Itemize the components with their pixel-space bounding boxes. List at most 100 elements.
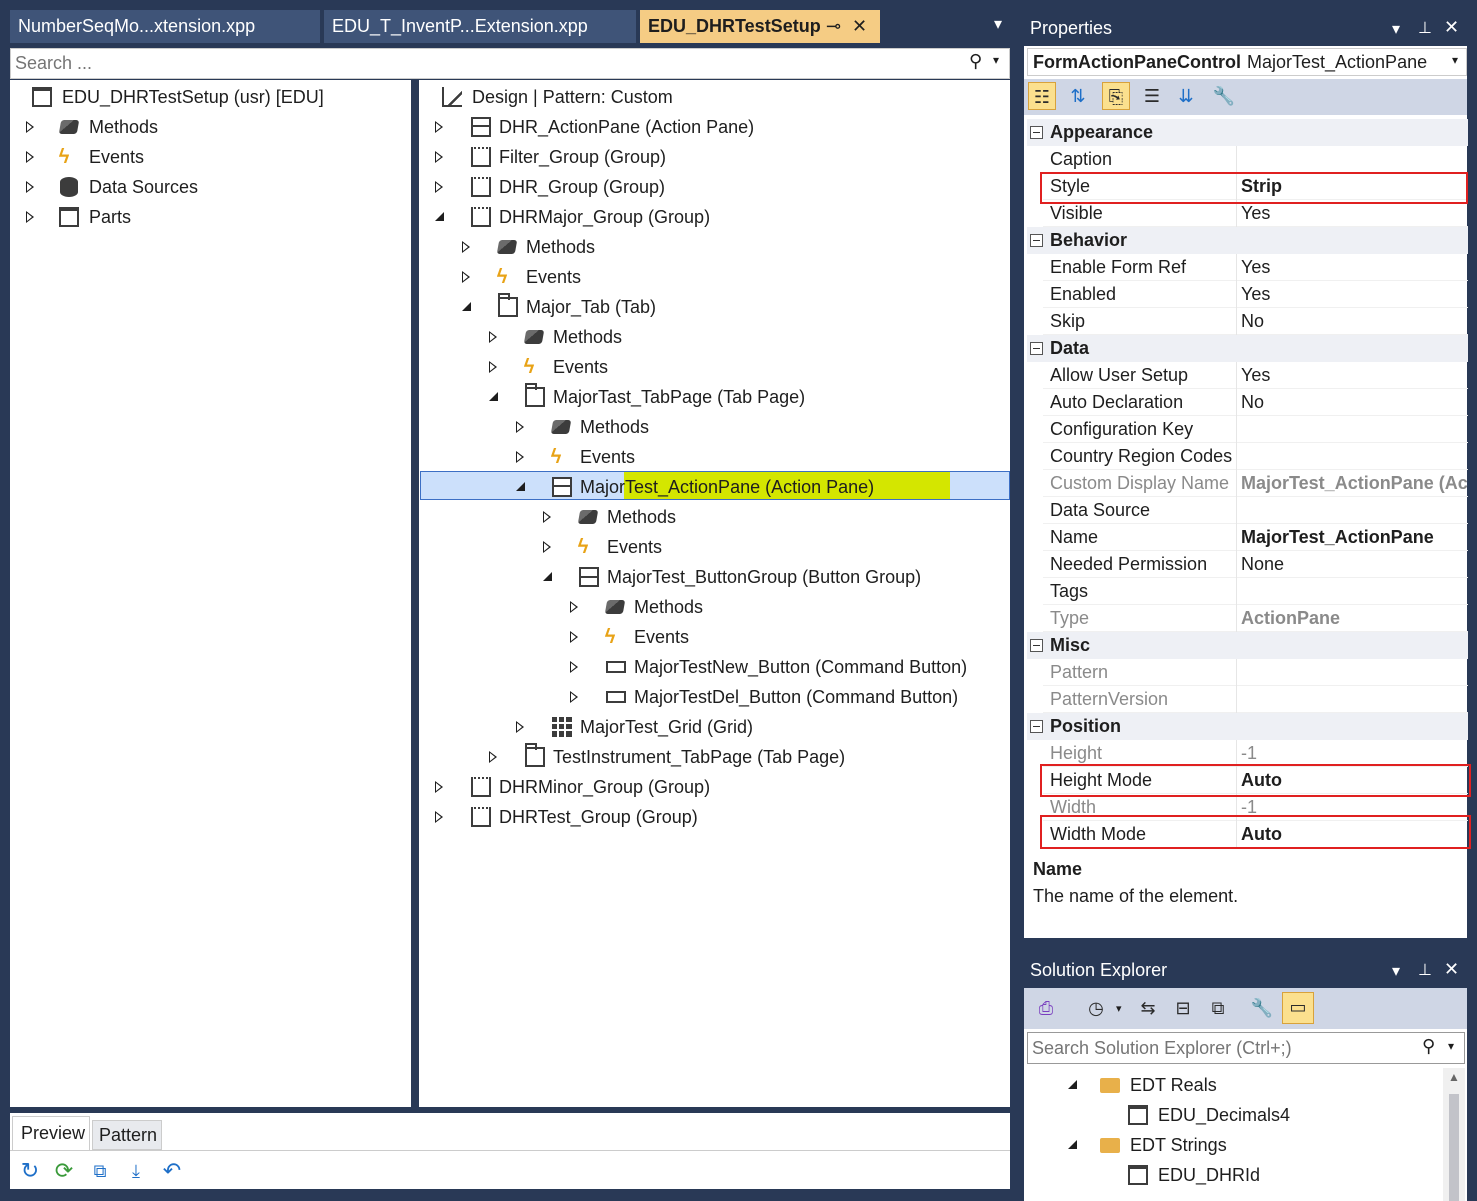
expand-icon[interactable] (435, 781, 443, 793)
collapse-icon[interactable] (1068, 1080, 1077, 1089)
prop-skip[interactable]: Skip No (1043, 308, 1468, 335)
prop-value[interactable]: ActionPane (1241, 605, 1468, 632)
chevron-down-icon[interactable]: ▾ (1452, 53, 1458, 67)
tab-preview[interactable]: Preview (12, 1116, 90, 1150)
prop-configuration-key[interactable]: Configuration Key (1043, 416, 1468, 443)
collapse-all-icon[interactable]: ⊟ (1169, 994, 1197, 1022)
tree-item-parts[interactable]: Parts (24, 202, 324, 232)
prop-value[interactable]: No (1241, 308, 1468, 335)
expand-icon[interactable] (435, 811, 443, 823)
scrollbar[interactable]: ▲ (1443, 1068, 1465, 1201)
prop-tags[interactable]: Tags (1043, 578, 1468, 605)
expand-icon[interactable] (543, 511, 551, 523)
prop-value[interactable]: Yes (1241, 281, 1468, 308)
prop-value[interactable]: MajorTest_ActionPane (1241, 524, 1468, 551)
events-list-icon[interactable]: ☰ (1138, 82, 1166, 110)
collapse-icon[interactable] (1030, 342, 1043, 355)
collapse-icon[interactable] (1030, 126, 1043, 139)
close-icon[interactable]: ✕ (852, 10, 867, 43)
prop-enabled[interactable]: Enabled Yes (1043, 281, 1468, 308)
expand-icon[interactable] (516, 451, 524, 463)
object-selector[interactable]: FormActionPaneControl MajorTest_ActionPa… (1027, 48, 1467, 76)
category-data[interactable]: Data (1027, 335, 1468, 362)
prop-value[interactable]: -1 (1241, 740, 1468, 767)
expand-icon[interactable] (462, 241, 470, 253)
scroll-up-icon[interactable]: ▲ (1448, 1070, 1460, 1084)
prop-type[interactable]: Type ActionPane (1043, 605, 1468, 632)
category-behavior[interactable]: Behavior (1027, 227, 1468, 254)
prop-auto-declaration[interactable]: Auto Declaration No (1043, 389, 1468, 416)
tree-item-data-sources[interactable]: Data Sources (24, 172, 324, 202)
expand-icon[interactable] (570, 691, 578, 703)
tab-numberseq[interactable]: NumberSeqMo...xtension.xpp (10, 10, 320, 43)
tab-invent-extension[interactable]: EDU_T_InventP...Extension.xpp (324, 10, 636, 43)
category-appearance[interactable]: Appearance (1027, 119, 1468, 146)
prop-pattern-version[interactable]: PatternVersion (1043, 686, 1468, 713)
prop-caption[interactable]: Caption (1043, 146, 1468, 173)
chevron-down-icon[interactable]: ▾ (993, 53, 999, 67)
tab-overflow-icon[interactable]: ▾ (994, 14, 1002, 34)
expand-icon[interactable] (435, 151, 443, 163)
prop-value[interactable]: Yes (1241, 254, 1468, 281)
chevron-down-icon[interactable]: ▾ (1448, 1039, 1454, 1053)
collapse-icon[interactable] (543, 572, 552, 581)
prop-custom-display-name[interactable]: Custom Display Name MajorTest_ActionPane … (1043, 470, 1468, 497)
categorized-icon[interactable]: ☷ (1028, 82, 1056, 110)
solution-search-input[interactable] (1032, 1036, 1412, 1060)
prop-height[interactable]: Height -1 (1043, 740, 1468, 767)
expand-icon[interactable] (26, 121, 34, 133)
expand-icon[interactable] (489, 331, 497, 343)
prop-value[interactable]: None (1241, 551, 1468, 578)
pin-icon[interactable]: ⊥ (1418, 18, 1432, 38)
prop-enable-form-ref[interactable]: Enable Form Ref Yes (1043, 254, 1468, 281)
expand-icon[interactable] (26, 211, 34, 223)
prop-value[interactable]: Yes (1241, 200, 1468, 227)
export-icon[interactable]: ⤓ (122, 1157, 150, 1185)
tree-item-events[interactable]: ϟ Events (24, 142, 324, 172)
tab-pattern[interactable]: Pattern (92, 1120, 162, 1150)
prop-pattern[interactable]: Pattern (1043, 659, 1468, 686)
prop-value[interactable]: MajorTest_ActionPane (Act (1241, 470, 1468, 497)
pin-icon[interactable]: ⊸ (826, 10, 841, 43)
tab-dhrtestsetup[interactable]: EDU_DHRTestSetup ⊸ ✕ (640, 10, 880, 43)
wrench-icon[interactable]: 🔧 (1248, 994, 1276, 1022)
expand-icon[interactable] (462, 271, 470, 283)
vs-solution-icon[interactable]: ⎙ (1032, 994, 1060, 1022)
collapse-icon[interactable] (1068, 1140, 1077, 1149)
close-icon[interactable]: ✕ (1444, 17, 1459, 38)
collapse-icon[interactable] (1030, 234, 1043, 247)
expand-icon[interactable] (489, 361, 497, 373)
prop-needed-permission[interactable]: Needed Permission None (1043, 551, 1468, 578)
prop-visible[interactable]: Visible Yes (1043, 200, 1468, 227)
expand-icon[interactable] (516, 721, 524, 733)
expand-icon[interactable] (26, 181, 34, 193)
collapse-icon[interactable] (435, 212, 444, 221)
chevron-down-icon[interactable]: ▾ (1392, 961, 1400, 981)
tree-item-methods[interactable]: Methods (24, 112, 324, 142)
pin-icon[interactable]: ⊥ (1418, 960, 1432, 980)
expand-icon[interactable] (435, 121, 443, 133)
expand-icon[interactable] (26, 151, 34, 163)
search-icon[interactable]: ⚲ (969, 51, 982, 72)
search-icon[interactable]: ⚲ (1422, 1036, 1435, 1057)
sync-with-document-icon[interactable]: ⇆ (1134, 994, 1162, 1022)
prop-value[interactable]: No (1241, 389, 1468, 416)
prop-data-source[interactable]: Data Source (1043, 497, 1468, 524)
expand-icon[interactable] (570, 631, 578, 643)
category-position[interactable]: Position (1027, 713, 1468, 740)
prop-name[interactable]: Name MajorTest_ActionPane (1043, 524, 1468, 551)
chevron-down-icon[interactable]: ▾ (1116, 1002, 1122, 1015)
scrollbar-thumb[interactable] (1449, 1094, 1459, 1201)
prop-allow-user-setup[interactable]: Allow User Setup Yes (1043, 362, 1468, 389)
collapse-icon[interactable] (1030, 639, 1043, 652)
preview-selected-icon[interactable]: ▭ (1282, 992, 1314, 1024)
collapse-icon[interactable] (1030, 720, 1043, 733)
property-pages-icon[interactable]: ⇊ (1172, 82, 1200, 110)
show-all-files-icon[interactable]: ⧉ (1204, 994, 1232, 1022)
prop-value[interactable]: Yes (1241, 362, 1468, 389)
chevron-down-icon[interactable]: ▾ (1392, 19, 1400, 39)
properties-icon[interactable]: ⎘ (1102, 82, 1130, 110)
expand-icon[interactable] (570, 661, 578, 673)
collapse-icon[interactable] (489, 392, 498, 401)
collapse-icon[interactable] (516, 482, 525, 491)
